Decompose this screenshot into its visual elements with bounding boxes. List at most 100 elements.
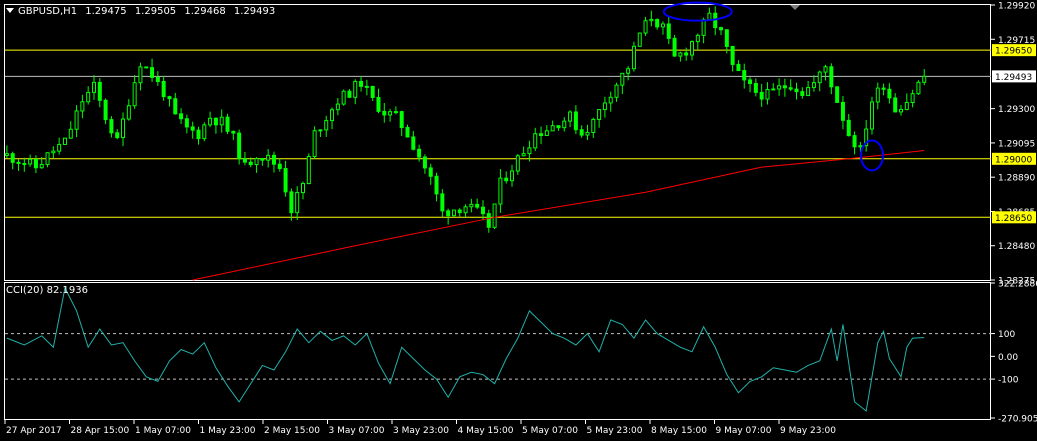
candle-body xyxy=(475,203,480,208)
candle-body xyxy=(660,23,665,28)
cci-name: CCI(20) xyxy=(6,285,44,296)
candle-body xyxy=(86,91,91,103)
time-tick-label: 5 May 07:00 xyxy=(522,426,578,436)
price-tick-label: 1.28890 xyxy=(998,174,1035,184)
candle-body xyxy=(103,99,108,121)
chart-header: GBPUSD,H1 1.29475 1.29505 1.29468 1.2949… xyxy=(6,6,275,17)
cci-header: CCI(20) 82.1936 xyxy=(6,285,88,296)
level-tag-label: 1.29650 xyxy=(995,47,1032,57)
candle-body xyxy=(190,126,195,131)
candle-body xyxy=(800,91,805,96)
candle-body xyxy=(533,133,538,149)
candle-body xyxy=(109,119,114,134)
candle-body xyxy=(631,45,636,70)
candle-body xyxy=(678,52,683,57)
candle-body xyxy=(550,125,555,132)
candle-body xyxy=(196,129,201,140)
candle-body xyxy=(684,52,689,56)
cci-line xyxy=(6,286,925,412)
candle-body xyxy=(782,85,787,89)
candle-body xyxy=(480,206,485,215)
time-tick-label: 1 May 23:00 xyxy=(200,426,256,436)
candle-body xyxy=(753,83,758,93)
candle-body xyxy=(150,67,155,78)
candle-body xyxy=(318,129,323,132)
candle-body xyxy=(568,111,573,122)
candle-body xyxy=(132,82,137,107)
candle-body xyxy=(138,66,143,84)
candle-body xyxy=(794,88,799,93)
time-tick-label: 4 May 15:00 xyxy=(458,426,514,436)
candle-body xyxy=(225,116,230,132)
bid-tag-label: 1.29493 xyxy=(995,73,1032,83)
price-tick-label: 1.29920 xyxy=(998,2,1035,12)
candle-body xyxy=(765,89,770,100)
candle-body xyxy=(434,175,439,195)
candle-body xyxy=(184,118,189,128)
candle-body xyxy=(306,155,311,185)
candle-body xyxy=(858,145,863,148)
chart-menu-icon[interactable] xyxy=(6,8,14,13)
candle-body xyxy=(893,97,898,113)
candle-body xyxy=(4,153,9,156)
candle-body xyxy=(719,27,724,31)
candle-body xyxy=(289,191,294,214)
candle-body xyxy=(242,158,247,163)
price-tick-label: 1.29095 xyxy=(998,139,1035,149)
price-tick-label: 1.29300 xyxy=(998,105,1035,115)
candle-body xyxy=(527,147,532,155)
candle-body xyxy=(295,192,300,214)
candle-body xyxy=(591,118,596,133)
cci-tick-label: 0.00 xyxy=(998,353,1018,363)
candle-body xyxy=(498,177,503,205)
candle-body xyxy=(852,135,857,148)
candle-body xyxy=(643,20,648,34)
price-tick-label: 1.28480 xyxy=(998,242,1035,252)
candle-body xyxy=(324,120,329,131)
candle-body xyxy=(121,118,126,139)
close-value: 1.29493 xyxy=(233,6,276,17)
cci-tick-label: 322.2886 xyxy=(998,280,1037,290)
time-tick-label: 1 May 07:00 xyxy=(135,426,191,436)
candle-body xyxy=(608,96,613,104)
candle-body xyxy=(515,155,520,172)
candle-body xyxy=(736,63,741,72)
candle-body xyxy=(33,158,38,169)
candle-body xyxy=(887,88,892,99)
candle-body xyxy=(202,124,207,140)
candle-body xyxy=(231,130,236,134)
candle-body xyxy=(695,34,700,43)
candle-body xyxy=(899,108,904,113)
time-tick-label: 2 May 15:00 xyxy=(264,426,320,436)
candle-body xyxy=(469,203,474,208)
time-tick-label: 5 May 23:00 xyxy=(587,426,643,436)
candle-body xyxy=(922,75,927,83)
candle-body xyxy=(573,111,578,131)
candle-body xyxy=(428,167,433,177)
time-tick-label: 3 May 07:00 xyxy=(329,426,385,436)
candle-body xyxy=(562,120,567,129)
candle-body xyxy=(492,203,497,228)
candle-body xyxy=(881,87,886,90)
candle-body xyxy=(620,72,625,86)
candle-body xyxy=(254,158,259,166)
time-tick-label: 9 May 07:00 xyxy=(716,426,772,436)
candle-body xyxy=(16,161,21,164)
candle-body xyxy=(504,177,509,182)
candle-body xyxy=(393,111,398,114)
candle-body xyxy=(248,161,253,166)
candle-body xyxy=(382,110,387,116)
cci-value: 82.1936 xyxy=(46,285,88,296)
candle-body xyxy=(28,158,33,165)
candle-body xyxy=(283,168,288,193)
low-value: 1.29468 xyxy=(184,6,226,17)
candle-body xyxy=(626,68,631,74)
candle-body xyxy=(411,136,416,150)
candle-body xyxy=(544,130,549,137)
chart-canvas[interactable]: 1.299201.297151.293001.290951.288901.286… xyxy=(0,0,1037,441)
candle-body xyxy=(771,88,776,91)
candle-body xyxy=(759,91,764,100)
symbol-label: GBPUSD,H1 xyxy=(18,6,78,17)
candle-body xyxy=(916,81,921,95)
candle-body xyxy=(208,117,213,126)
